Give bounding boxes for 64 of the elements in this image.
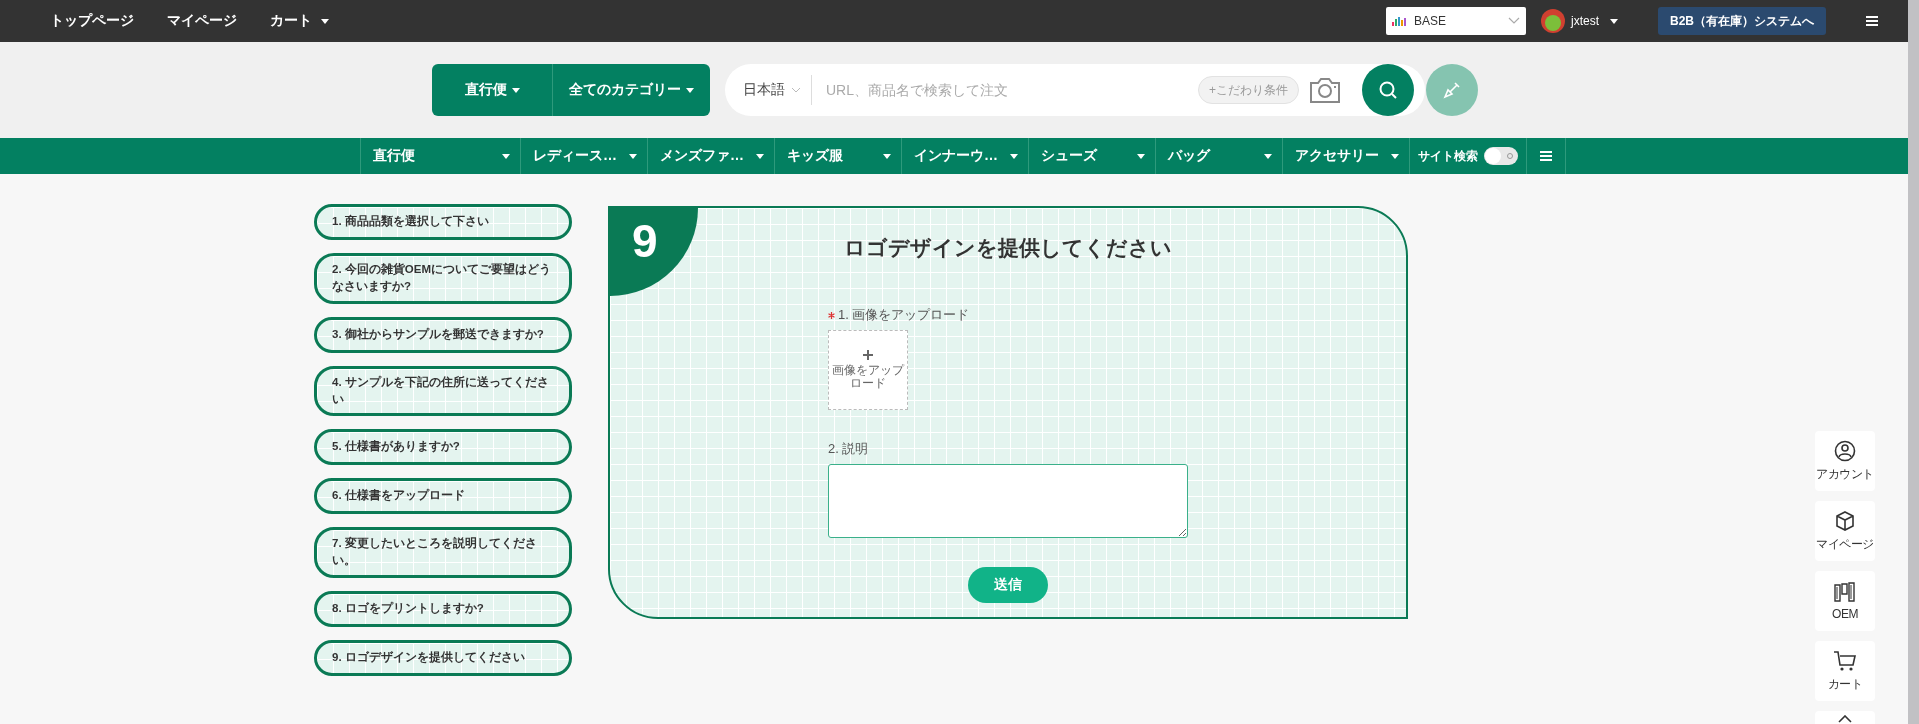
top-nav-link[interactable]: マイページ — [167, 12, 237, 30]
category-tab[interactable]: 直行便 — [360, 138, 520, 174]
image-upload-button[interactable]: 画像をアップロード — [828, 330, 908, 410]
search-field[interactable]: URL、商品名で検索して注文 — [812, 81, 1198, 99]
field-label: 1. 画像をアップロード — [838, 306, 970, 324]
caret-icon — [1010, 153, 1018, 159]
top-nav-link[interactable]: カート — [270, 12, 329, 30]
step-item[interactable]: 9. ロゴデザインを提供してください — [314, 639, 572, 676]
user-name[interactable]: jxtest — [1570, 14, 1599, 28]
avatar-icon — [1540, 9, 1565, 33]
step-item[interactable]: 4. サンプルを下記の住所に送ってください — [314, 365, 572, 416]
category-tab[interactable]: シューズ — [1028, 138, 1155, 174]
category-tab[interactable]: キッズ服 — [774, 138, 901, 174]
step-item[interactable]: 6. 仕様書をアップロード — [314, 478, 572, 514]
search-icon — [1378, 80, 1398, 100]
category-tab[interactable]: アクセサリー — [1282, 138, 1409, 174]
side-tool-button[interactable]: マイページ — [1815, 501, 1875, 561]
step-number-badge: 9 — [610, 208, 698, 296]
box-icon — [1834, 509, 1856, 532]
chevron-down-icon — [1507, 17, 1520, 25]
caret-icon — [1264, 153, 1272, 159]
store-select[interactable]: BASE — [1385, 7, 1526, 35]
caret-icon — [629, 153, 637, 159]
bars-logo-icon — [1391, 16, 1408, 26]
step-item[interactable]: 2. 今回の雑貨OEMについてご要望はどうなさいますか? — [314, 253, 572, 304]
bars-icon — [1833, 581, 1857, 603]
category-dropdown[interactable]: 全てのカテゴリー — [553, 64, 710, 116]
step-item[interactable]: 1. 商品品類を選択して下さい — [314, 204, 572, 240]
arrow-up-icon — [1838, 715, 1852, 723]
language-select[interactable]: 日本語 — [725, 75, 812, 105]
user-icon — [1834, 439, 1856, 462]
system-button[interactable]: B2B（有在庫）システムへ — [1658, 7, 1826, 35]
card-title: ロゴデザインを提供してください — [844, 235, 1172, 261]
camera-icon[interactable] — [1309, 76, 1341, 104]
site-search-label: サイト検索 — [1418, 147, 1478, 165]
menu-icon[interactable] — [1866, 16, 1878, 26]
step-item[interactable]: 5. 仕様書がありますか? — [314, 429, 572, 465]
category-tab[interactable]: インナーウ… — [901, 138, 1028, 174]
plus-icon — [863, 350, 873, 361]
field-label: 2. 説明 — [828, 440, 869, 458]
caret-icon — [502, 153, 510, 159]
side-tool-button[interactable]: カート — [1815, 641, 1875, 701]
caret-icon — [1137, 153, 1145, 159]
category-tab[interactable]: バッグ — [1155, 138, 1282, 174]
step-item[interactable]: 7. 変更したいところを説明してください。 — [314, 527, 572, 578]
back-to-top-button[interactable] — [1815, 711, 1875, 724]
caret-icon — [756, 153, 764, 159]
category-tab[interactable]: レディース… — [520, 138, 647, 174]
caret-icon — [883, 153, 891, 159]
side-tool-button[interactable]: アカウント — [1815, 431, 1875, 491]
caret-icon — [1610, 18, 1618, 24]
cart-icon — [1833, 649, 1857, 672]
scrollbar[interactable] — [1908, 0, 1919, 724]
description-field[interactable] — [828, 464, 1188, 538]
mode-dropdown[interactable]: 直行便 — [432, 64, 553, 116]
step-item[interactable]: 3. 御社からサンプルを郵送できますか? — [314, 316, 572, 353]
side-tool-button[interactable]: OEM — [1815, 571, 1875, 631]
caret-icon — [1391, 153, 1399, 159]
site-search-toggle[interactable] — [1484, 147, 1518, 165]
category-tab[interactable]: メンズファ… — [647, 138, 774, 174]
step-item[interactable]: 8. ロゴをプリントしますか? — [314, 590, 572, 627]
chevron-down-icon — [791, 87, 801, 93]
required-asterisk-icon — [828, 311, 835, 319]
top-nav-link[interactable]: トップページ — [50, 12, 134, 30]
